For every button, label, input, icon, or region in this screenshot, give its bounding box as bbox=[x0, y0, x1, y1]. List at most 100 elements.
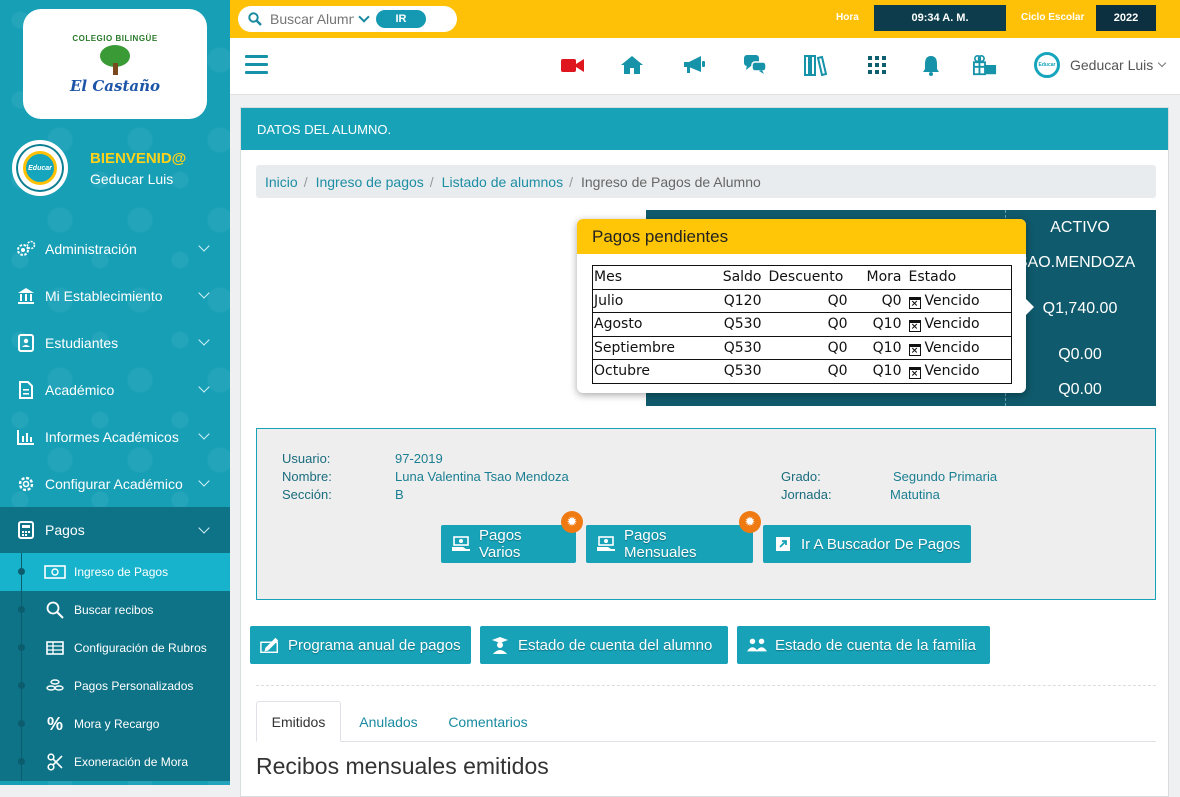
table-row: Agosto Q530 Q0 Q10 × Vencido bbox=[592, 312, 1012, 337]
breadcrumb-listado-alumnos[interactable]: Listado de alumnos bbox=[442, 174, 563, 190]
column-header: Mes bbox=[592, 265, 711, 290]
sidebar-item-academico[interactable]: Académico bbox=[0, 366, 230, 413]
cell-saldo: Q530 bbox=[710, 312, 763, 337]
cell-mes: Octubre bbox=[592, 359, 711, 384]
apps-grid-icon[interactable] bbox=[865, 54, 889, 76]
sidebar-item-configurar[interactable]: Configurar Académico bbox=[0, 460, 230, 507]
cell-saldo: Q530 bbox=[710, 335, 763, 360]
sidebar-item-label: Estudiantes bbox=[45, 334, 119, 351]
receipts-tabs: Emitidos Anulados Comentarios bbox=[256, 701, 1156, 742]
column-header: Mora bbox=[848, 265, 903, 290]
sidebar-item-label: Académico bbox=[45, 381, 115, 398]
bank-icon bbox=[15, 286, 37, 306]
school-logo[interactable]: COLEGIO BILINGÜE El Castaño bbox=[23, 9, 207, 119]
user-name: Geducar Luis bbox=[1070, 57, 1154, 73]
estado-cuenta-familia-label: Estado de cuenta de la familia bbox=[775, 636, 976, 654]
books-icon[interactable] bbox=[804, 54, 828, 76]
cash-hand-icon bbox=[596, 535, 616, 553]
video-icon[interactable] bbox=[560, 54, 584, 76]
column-header: Estado bbox=[902, 265, 1012, 290]
sidebar-item-ingreso-pagos[interactable]: Ingreso de Pagos bbox=[0, 553, 230, 591]
bell-icon[interactable] bbox=[919, 54, 943, 76]
gear-icon[interactable]: ✹ bbox=[739, 511, 761, 533]
sidebar-subitem-label: Ingreso de Pagos bbox=[74, 565, 169, 579]
search-icon bbox=[44, 601, 66, 619]
sidebar-subitem-label: Pagos Personalizados bbox=[74, 679, 194, 693]
student-card: DATOS DEL ALUMNO. Inicio / Ingreso de pag… bbox=[240, 107, 1169, 797]
cell-estado: × Vencido bbox=[902, 288, 1012, 313]
calendar-x-icon: × bbox=[908, 343, 921, 356]
search-icon bbox=[248, 12, 262, 26]
pagos-varios-label: Pagos Varios bbox=[479, 527, 522, 561]
gifts-icon[interactable] bbox=[973, 54, 997, 76]
sidebar-item-mora-recargo[interactable]: % Mora y Recargo bbox=[0, 705, 230, 743]
calendar-x-icon: × bbox=[908, 296, 921, 309]
sidebar-item-estudiantes[interactable]: Estudiantes bbox=[0, 319, 230, 366]
seccion-value: B bbox=[395, 487, 404, 502]
sidebar: COLEGIO BILINGÜE El Castaño Educar BIENV… bbox=[0, 0, 230, 785]
sidebar-subitem-label: Exoneración de Mora bbox=[74, 755, 189, 769]
document-pen-icon bbox=[260, 636, 280, 654]
cell-descuento: Q0 bbox=[762, 335, 849, 360]
sidebar-item-pagos-personalizados[interactable]: Pagos Personalizados bbox=[0, 667, 230, 705]
gear-icon bbox=[15, 474, 37, 494]
chevron-down-icon bbox=[198, 287, 210, 299]
cell-mora: Q0 bbox=[848, 288, 903, 313]
hora-value: 09:34 A. M. bbox=[874, 5, 1006, 31]
cash-hand-icon bbox=[451, 535, 471, 553]
breadcrumb-inicio[interactable]: Inicio bbox=[265, 174, 298, 190]
sidebar-item-buscar-recibos[interactable]: Buscar recibos bbox=[0, 591, 230, 629]
megaphone-icon[interactable] bbox=[682, 54, 706, 76]
sidebar-item-administracion[interactable]: Administración bbox=[0, 225, 230, 272]
programa-anual-button[interactable]: Programa anual de pagos bbox=[250, 626, 471, 664]
sidebar-subitem-label: Mora y Recargo bbox=[74, 717, 160, 731]
search-input[interactable] bbox=[270, 11, 354, 27]
estado-cuenta-alumno-button[interactable]: Estado de cuenta del alumno bbox=[480, 626, 728, 664]
cell-mes: Septiembre bbox=[592, 335, 711, 360]
coins-icon bbox=[44, 678, 66, 694]
tab-anulados[interactable]: Anulados bbox=[346, 701, 431, 742]
avatar[interactable]: Educar bbox=[12, 140, 68, 196]
sidebar-item-exoneracion-mora[interactable]: Exoneración de Mora bbox=[0, 743, 230, 781]
nombre-value: Luna Valentina Tsao Mendoza bbox=[395, 469, 569, 484]
breadcrumb-current: Ingreso de Pagos de Alumno bbox=[580, 173, 761, 190]
welcome-user-name: Geducar Luis bbox=[90, 170, 174, 187]
pagos-mensuales-button[interactable]: Pagos Mensuales bbox=[586, 525, 753, 563]
welcome-block: Educar BIENVENID@ Geducar Luis bbox=[12, 140, 186, 196]
buscador-pagos-label: Ir A Buscador De Pagos bbox=[801, 535, 961, 553]
home-icon[interactable] bbox=[620, 54, 644, 76]
buscador-pagos-button[interactable]: Ir A Buscador De Pagos bbox=[763, 525, 971, 563]
scissors-icon bbox=[44, 753, 66, 771]
breadcrumb-ingreso-pagos[interactable]: Ingreso de pagos bbox=[316, 174, 424, 190]
sidebar-item-label: Configurar Académico bbox=[45, 475, 183, 492]
sidebar-item-config-rubros[interactable]: Configuración de Rubros bbox=[0, 629, 230, 667]
pagos-varios-button[interactable]: Pagos Varios bbox=[441, 525, 576, 563]
sidebar-item-label: Informes Académicos bbox=[45, 428, 179, 445]
gears-icon bbox=[15, 239, 37, 259]
external-link-icon bbox=[773, 535, 793, 553]
tab-emitidos[interactable]: Emitidos bbox=[256, 701, 341, 742]
tab-comentarios[interactable]: Comentarios bbox=[438, 701, 538, 742]
calendar-x-icon: × bbox=[908, 367, 921, 380]
table-row: Octubre Q530 Q0 Q10 × Vencido bbox=[592, 359, 1012, 384]
cell-descuento: Q0 bbox=[762, 312, 849, 337]
gear-icon[interactable]: ✹ bbox=[561, 511, 583, 533]
card-title: DATOS DEL ALUMNO. bbox=[241, 108, 1168, 150]
search-go-button[interactable]: IR bbox=[376, 10, 426, 28]
user-menu[interactable]: Educar Geducar Luis bbox=[1034, 52, 1167, 78]
estado-cuenta-familia-button[interactable]: Estado de cuenta de la familia bbox=[737, 626, 990, 664]
cell-estado: × Vencido bbox=[902, 312, 1012, 337]
chevron-down-icon bbox=[1158, 58, 1167, 68]
sidebar-item-pagos[interactable]: Pagos bbox=[0, 507, 230, 553]
cell-saldo: Q120 bbox=[710, 288, 763, 313]
chevron-down-icon bbox=[198, 240, 210, 252]
sidebar-item-label: Pagos bbox=[45, 522, 85, 538]
cell-mora: Q10 bbox=[848, 359, 903, 384]
hamburger-menu-icon[interactable] bbox=[245, 55, 268, 75]
programa-anual-label: Programa anual de pagos bbox=[288, 636, 461, 654]
hora-label: Hora bbox=[836, 12, 859, 23]
sidebar-item-informes[interactable]: Informes Académicos bbox=[0, 413, 230, 460]
chat-icon[interactable] bbox=[743, 54, 767, 76]
sidebar-item-establecimiento[interactable]: Mi Establecimiento bbox=[0, 272, 230, 319]
chevron-down-icon[interactable] bbox=[358, 11, 370, 23]
